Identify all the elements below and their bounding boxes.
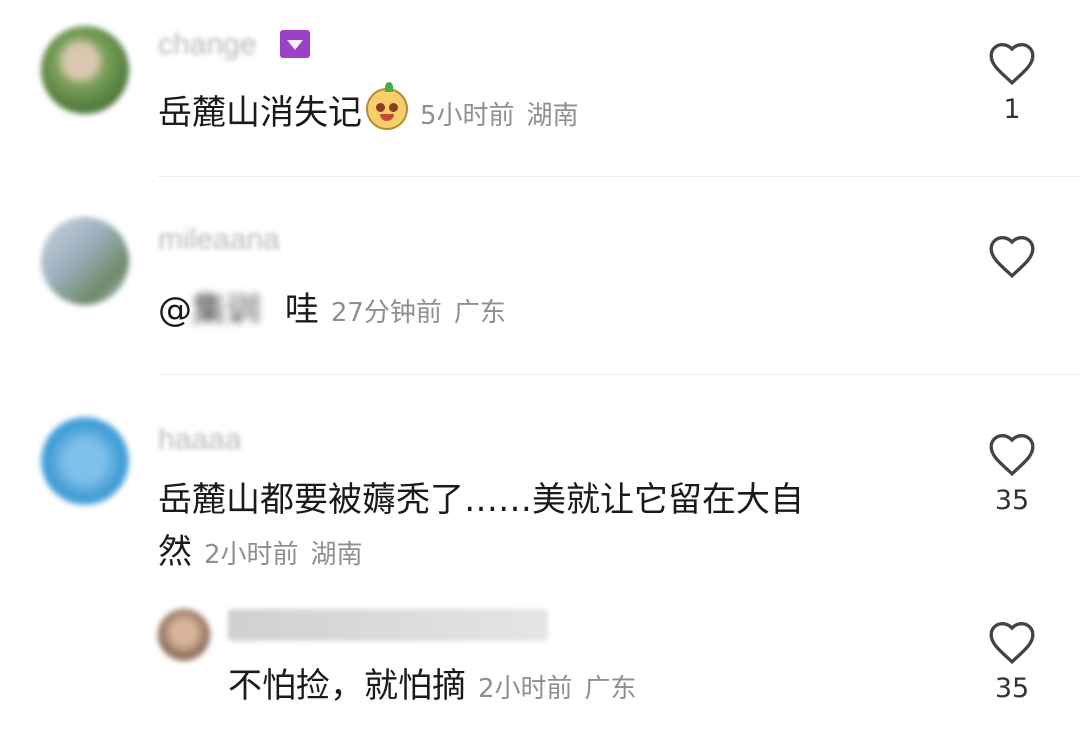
comment-text: 岳麓山都要被薅秃了……美就让它留在大自 然 2小时前 湖南 (158, 471, 804, 584)
username[interactable]: change (158, 28, 256, 62)
reply-text: 不怕捡，就怕摘 2小时前 广东 (228, 657, 637, 718)
like-button[interactable]: 35 (982, 619, 1042, 704)
like-button[interactable]: 35 (982, 431, 1042, 516)
mention-name: 集训 (192, 290, 260, 330)
like-count: 35 (994, 485, 1030, 516)
comment-time: 2小时前 (204, 540, 299, 570)
comment-item: mileaana @集训 哇 27分钟前 广东 (0, 177, 1080, 374)
comment-region: 湖南 (310, 540, 363, 570)
reply-time: 2小时前 (478, 674, 573, 704)
vip-badge-icon (280, 30, 310, 58)
comment-text: 岳麓山消失记 5小时前 湖南 (158, 82, 579, 145)
avatar[interactable] (41, 417, 129, 505)
comment-body: 岳麓山消失记 (158, 93, 362, 133)
comment-time: 5小时前 (420, 101, 515, 131)
avatar[interactable] (41, 217, 129, 305)
comment-item: haaaa 岳麓山都要被薅秃了……美就让它留在大自 然 2小时前 湖南 35 (0, 375, 1080, 595)
username[interactable]: mileaana (158, 223, 280, 257)
username[interactable]: haaaa (158, 423, 241, 457)
like-count: 35 (994, 673, 1030, 704)
comment-body: 然 (158, 532, 192, 572)
reply-region: 广东 (584, 674, 637, 704)
mention-prefix: @ (158, 290, 192, 330)
heart-outline-icon (989, 621, 1035, 665)
comment-item: change 岳麓山消失记 5小时前 湖南 1 (0, 0, 1080, 176)
mention-link[interactable]: @集训 (158, 281, 260, 339)
heart-outline-icon (989, 433, 1035, 477)
smiling-mascot-emoji (366, 82, 408, 130)
like-button[interactable]: 1 (982, 40, 1042, 125)
comment-text: @集训 哇 27分钟前 广东 (158, 281, 506, 342)
comment-time: 27分钟前 (330, 298, 442, 328)
comment-region: 湖南 (526, 101, 579, 131)
avatar[interactable] (158, 609, 210, 661)
heart-outline-icon (989, 42, 1035, 86)
like-button[interactable] (982, 233, 1042, 287)
comment-region: 广东 (453, 298, 506, 328)
comment-body-line2: 然 2小时前 湖南 (158, 523, 804, 584)
heart-outline-icon (989, 235, 1035, 279)
like-count: 1 (1003, 94, 1021, 125)
avatar[interactable] (41, 26, 129, 114)
reply-body: 不怕捡，就怕摘 (228, 666, 466, 706)
reply-item: ... 不怕捡，就怕摘 2小时前广东 35 (0, 595, 1080, 731)
comment-body-line1: 岳麓山都要被薅秃了……美就让它留在大自 (158, 480, 804, 520)
comment-body: 哇 (284, 290, 319, 330)
username[interactable]: ... (228, 609, 548, 641)
